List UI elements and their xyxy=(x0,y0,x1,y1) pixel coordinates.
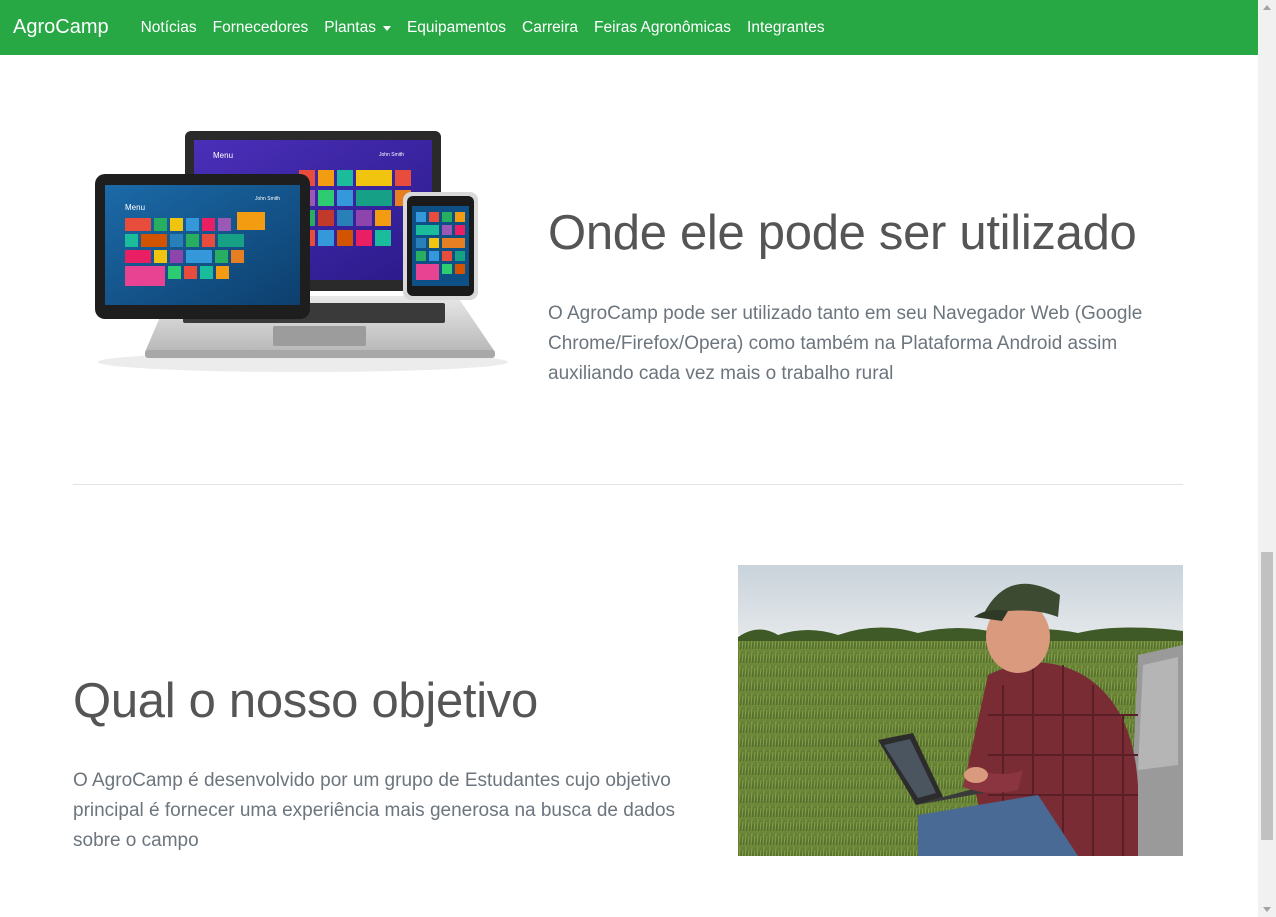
nav-item-label: Feiras Agronômicas xyxy=(594,18,732,36)
nav-item-noticias[interactable]: Notícias xyxy=(133,19,205,37)
scroll-thumb[interactable] xyxy=(1261,552,1273,840)
nav-item-plantas-dropdown[interactable]: Plantas xyxy=(316,19,399,37)
nav-item-fornecedores[interactable]: Fornecedores xyxy=(205,19,317,37)
nav-item-label: Equipamentos xyxy=(406,18,507,36)
scroll-down-icon[interactable] xyxy=(1263,907,1271,912)
tablet-user-text: John Smith xyxy=(255,196,280,202)
nav-item-equipamentos[interactable]: Equipamentos xyxy=(399,19,514,37)
nav-item-label: Carreira xyxy=(522,18,579,36)
navbar: AgroCamp Notícias Fornecedores Plantas E… xyxy=(0,0,1258,55)
devices-image: Menu John Smith Menu John Smith xyxy=(73,100,513,400)
nav-item-feiras[interactable]: Feiras Agronômicas xyxy=(586,19,739,37)
nav-item-carreira[interactable]: Carreira xyxy=(514,19,586,37)
section-divider xyxy=(73,484,1183,485)
nav-item-label: Notícias xyxy=(140,18,197,36)
tablet-menu-text: Menu xyxy=(125,203,145,212)
caret-down-icon xyxy=(382,26,391,31)
scrollbar[interactable] xyxy=(1258,0,1276,917)
laptop-user-text: John Smith xyxy=(379,152,404,158)
nav-item-label: Plantas xyxy=(324,18,376,36)
laptop-menu-text: Menu xyxy=(213,151,233,160)
farmer-image xyxy=(738,565,1183,856)
goal-heading: Qual o nosso objetivo xyxy=(73,674,538,728)
nav-item-label: Fornecedores xyxy=(212,18,309,36)
scroll-up-icon[interactable] xyxy=(1263,5,1271,10)
usage-heading: Onde ele pode ser utilizado xyxy=(548,206,1137,260)
usage-text: O AgroCamp pode ser utilizado tanto em s… xyxy=(548,303,1143,384)
navbar-brand[interactable]: AgroCamp xyxy=(13,16,109,39)
goal-text: O AgroCamp é desenvolvido por um grupo d… xyxy=(73,770,676,851)
nav-item-label: Integrantes xyxy=(747,18,825,36)
nav-item-integrantes[interactable]: Integrantes xyxy=(739,19,833,37)
